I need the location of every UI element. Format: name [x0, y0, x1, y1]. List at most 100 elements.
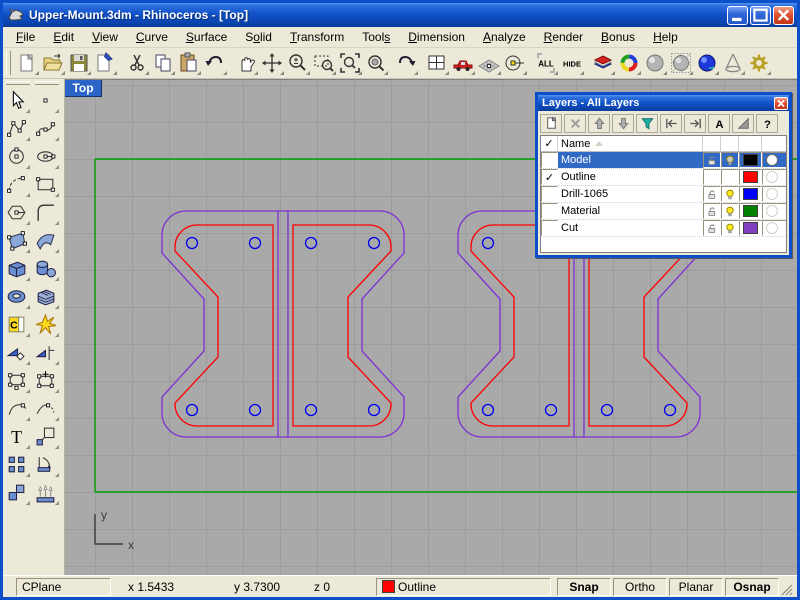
layers-toolbar-button-move-left[interactable] — [660, 114, 682, 133]
toolbar-button-shade[interactable] — [642, 50, 668, 76]
toolbar-button-zoom-extents[interactable] — [337, 50, 363, 76]
toolbar-button-edit-layers[interactable] — [590, 50, 616, 76]
menu-dimension[interactable]: Dimension — [399, 28, 474, 46]
toolbar-button-hide-objects[interactable]: HIDE — [559, 50, 585, 76]
toolbar-button-render[interactable] — [668, 50, 694, 76]
close-button[interactable] — [773, 6, 794, 25]
tool-button-rotate[interactable] — [32, 450, 60, 478]
layer-bulb-toggle[interactable] — [721, 186, 739, 202]
tool-button-arc[interactable] — [3, 170, 31, 198]
toolbar-button-cone-analysis[interactable] — [720, 50, 746, 76]
layer-current-check[interactable] — [541, 186, 558, 202]
tool-button-text[interactable]: T — [3, 422, 31, 450]
layer-row-drill-1065[interactable]: Drill-1065 — [541, 186, 786, 203]
layer-color-cell[interactable] — [739, 152, 762, 168]
toolbar-button-cut[interactable] — [124, 50, 150, 76]
toolbar-button-paste[interactable] — [176, 50, 202, 76]
viewport-top[interactable]: y x Top Layers - All Layers A? ✓ Name — [65, 79, 797, 575]
toolbar-button-save-file[interactable] — [66, 50, 92, 76]
tool-button-torus[interactable] — [3, 282, 31, 310]
tool-button-control-points-on[interactable] — [32, 366, 60, 394]
toolbar-button-zoom-dynamic[interactable] — [285, 50, 311, 76]
layer-lock-toggle[interactable] — [703, 203, 721, 219]
menu-solid[interactable]: Solid — [236, 28, 281, 46]
layer-current-check[interactable] — [541, 152, 558, 168]
layers-header-material[interactable] — [762, 136, 786, 151]
layers-header-check[interactable]: ✓ — [541, 136, 558, 151]
toolbar-button-rotate-view[interactable] — [259, 50, 285, 76]
layers-toolbar-button-new-layer[interactable] — [540, 114, 562, 133]
layer-current-check[interactable] — [541, 203, 558, 219]
menu-surface[interactable]: Surface — [177, 28, 236, 46]
layers-toolbar-button-shade[interactable] — [732, 114, 754, 133]
layer-material-cell[interactable] — [762, 220, 786, 236]
menu-analyze[interactable]: Analyze — [474, 28, 535, 46]
menu-render[interactable]: Render — [535, 28, 592, 46]
toolbar-grip[interactable] — [6, 51, 11, 75]
layer-material-cell[interactable] — [762, 186, 786, 202]
toolbar-button-color-wheel[interactable] — [616, 50, 642, 76]
tool-button-surface-curves[interactable] — [32, 226, 60, 254]
menu-edit[interactable]: Edit — [44, 28, 83, 46]
tool-button-mesh-box[interactable] — [32, 282, 60, 310]
layer-material-cell[interactable] — [762, 203, 786, 219]
tool-button-layout[interactable] — [3, 478, 31, 506]
layers-header-color[interactable] — [739, 136, 762, 151]
menu-curve[interactable]: Curve — [127, 28, 177, 46]
toolbar-button-set-view[interactable] — [502, 50, 528, 76]
layer-name[interactable]: Material — [558, 205, 703, 217]
cplane-button[interactable]: CPlane — [16, 578, 111, 596]
tool-button-array[interactable] — [3, 450, 31, 478]
layer-row-model[interactable]: Model — [541, 152, 786, 169]
layer-material-cell[interactable] — [762, 169, 786, 185]
layer-color-cell[interactable] — [739, 186, 762, 202]
layer-bulb-toggle[interactable] — [721, 169, 739, 185]
layer-lock-toggle[interactable] — [703, 152, 721, 168]
layer-lock-toggle[interactable] — [703, 186, 721, 202]
tool-button-point-edit[interactable] — [3, 394, 31, 422]
layer-name[interactable]: Outline — [558, 171, 703, 183]
tool-button-surface-points[interactable] — [3, 226, 31, 254]
layers-toolbar-button-rename[interactable]: A — [708, 114, 730, 133]
layers-toolbar-button-delete-layer[interactable] — [564, 114, 586, 133]
toolbar-button-zoom-window[interactable] — [311, 50, 337, 76]
layer-current-check[interactable]: ✓ — [541, 169, 558, 185]
tool-button-extend-curve[interactable] — [32, 394, 60, 422]
layers-header[interactable]: ✓ Name — [541, 136, 786, 152]
toolbar-button-options[interactable] — [746, 50, 772, 76]
toolbar-button-redo-view[interactable] — [393, 50, 419, 76]
toolbar-button-undo[interactable] — [202, 50, 228, 76]
layer-color-cell[interactable] — [739, 169, 762, 185]
tool-button-box[interactable] — [3, 254, 31, 282]
toggle-osnap[interactable]: Osnap — [725, 578, 779, 596]
toggle-snap[interactable]: Snap — [557, 578, 611, 596]
layer-name[interactable]: Cut — [558, 222, 703, 234]
layer-color-cell[interactable] — [739, 203, 762, 219]
toolbar-button-pan-view[interactable] — [233, 50, 259, 76]
layer-color-cell[interactable] — [739, 220, 762, 236]
layer-bulb-toggle[interactable] — [721, 152, 739, 168]
tool-button-cylinder[interactable] — [32, 254, 60, 282]
toolbar-button-new-file[interactable] — [14, 50, 40, 76]
maximize-button[interactable] — [750, 6, 771, 25]
toggle-ortho[interactable]: Ortho — [613, 578, 667, 596]
tool-button-ellipse[interactable] — [32, 142, 60, 170]
title-bar[interactable]: Upper-Mount.3dm - Rhinoceros - [Top] — [3, 3, 797, 27]
layer-row-outline[interactable]: ✓Outline — [541, 169, 786, 186]
layers-toolbar-button-move-right[interactable] — [684, 114, 706, 133]
bracket-pair-left[interactable] — [162, 211, 404, 437]
toggle-planar[interactable]: Planar — [669, 578, 723, 596]
viewport-tab[interactable]: Top — [65, 80, 102, 97]
layers-toolbar-button-filter[interactable] — [636, 114, 658, 133]
toolbar-button-zoom-all[interactable]: ALL — [533, 50, 559, 76]
toolbar-button-car[interactable] — [450, 50, 476, 76]
toolbar-button-cplane-mesh[interactable] — [476, 50, 502, 76]
toolbar-button-print-setup[interactable] — [92, 50, 118, 76]
menu-tools[interactable]: Tools — [353, 28, 399, 46]
layer-row-cut[interactable]: Cut — [541, 220, 786, 237]
layer-name[interactable]: Drill-1065 — [558, 188, 703, 200]
menu-transform[interactable]: Transform — [281, 28, 353, 46]
layer-current-check[interactable] — [541, 220, 558, 236]
tool-button-trim[interactable] — [3, 338, 31, 366]
layer-row-material[interactable]: Material — [541, 203, 786, 220]
